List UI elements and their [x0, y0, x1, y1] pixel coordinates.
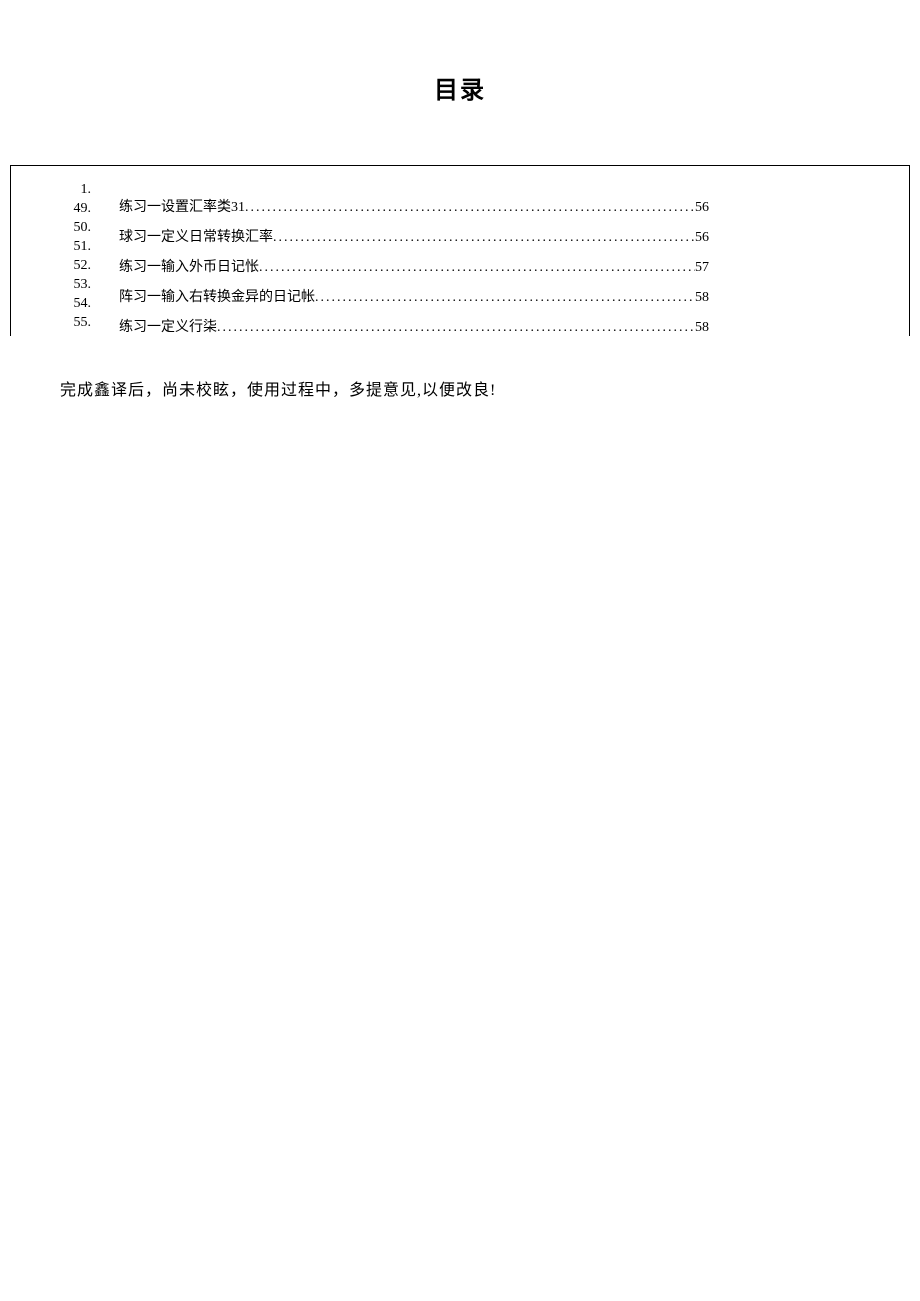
- toc-entries: 练习一设置汇率类31 56 球习一定义日常转换汇率 56 练习一输入外币日记怅 …: [119, 196, 709, 336]
- toc-page-number: 56: [695, 200, 709, 216]
- toc-page-number: 56: [695, 230, 709, 246]
- toc-number: 53.: [61, 275, 91, 294]
- toc-number: 49.: [61, 199, 91, 218]
- toc-entry-text: 阵习一输入右转换金异的日记帐: [119, 286, 315, 306]
- toc-page-number: 58: [695, 290, 709, 306]
- toc-number: 51.: [61, 237, 91, 256]
- document-page: 目录 1. 49. 50. 51. 52. 53. 54. 55. 练习一设置汇…: [0, 0, 920, 400]
- toc-dots: [245, 200, 695, 216]
- toc-entry: 练习一输入外币日记怅 57: [119, 256, 709, 276]
- toc-number-column: 1. 49. 50. 51. 52. 53. 54. 55.: [61, 180, 91, 332]
- toc-entry: 练习一设置汇率类31 56: [119, 196, 709, 216]
- toc-number: 50.: [61, 218, 91, 237]
- toc-page-number: 57: [695, 260, 709, 276]
- toc-dots: [259, 260, 695, 276]
- toc-number: 1.: [61, 180, 91, 199]
- toc-entry: 球习一定义日常转换汇率 56: [119, 226, 709, 246]
- toc-entry-text: 球习一定义日常转换汇率: [119, 226, 273, 246]
- toc-dots: [315, 290, 695, 306]
- toc-number: 52.: [61, 256, 91, 275]
- toc-dots: [273, 230, 695, 246]
- page-title: 目录: [0, 0, 920, 165]
- toc-dots: [217, 320, 695, 336]
- toc-entry: 练习一定义行柒 58: [119, 316, 709, 336]
- toc-entry-text: 练习一输入外币日记怅: [119, 256, 259, 276]
- toc-entry: 阵习一输入右转换金异的日记帐 58: [119, 286, 709, 306]
- footnote-text: 完成鑫译后，尚未校眩，使用过程中，多提意见,以便改良!: [60, 376, 860, 400]
- toc-entry-text: 练习一设置汇率类31: [119, 196, 245, 216]
- toc-page-number: 58: [695, 320, 709, 336]
- toc-container: 1. 49. 50. 51. 52. 53. 54. 55. 练习一设置汇率类3…: [10, 165, 910, 336]
- toc-number: 55.: [61, 313, 91, 332]
- toc-number: 54.: [61, 294, 91, 313]
- toc-entry-text: 练习一定义行柒: [119, 316, 217, 336]
